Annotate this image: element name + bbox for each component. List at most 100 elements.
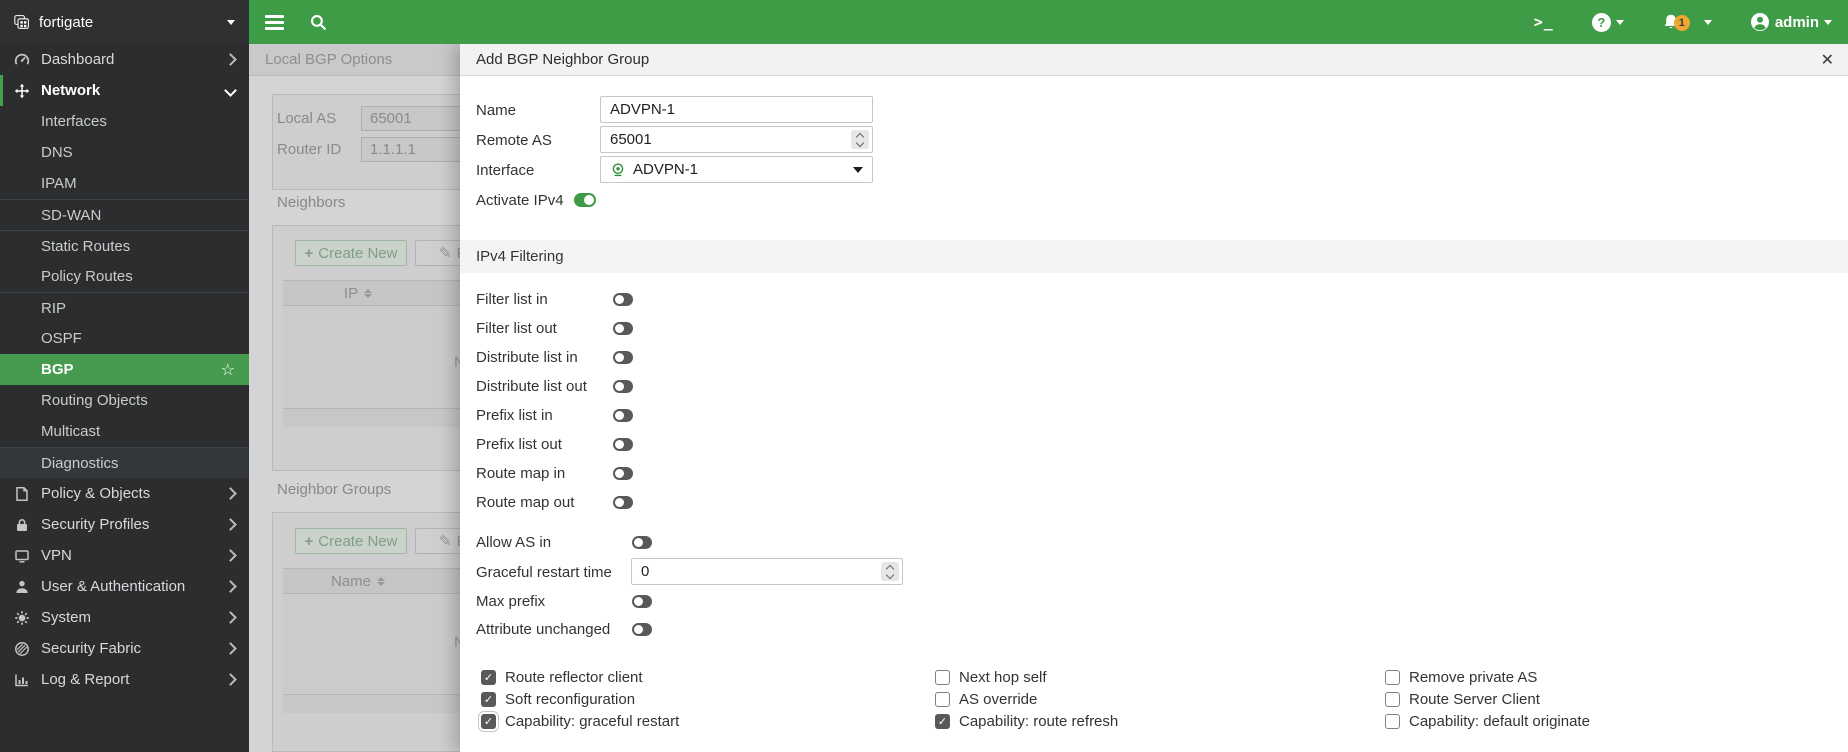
next-hop-self-option[interactable]: Next hop self: [935, 668, 1118, 686]
star-icon[interactable]: ☆: [221, 360, 235, 379]
sidebar-item-bgp[interactable]: BGP ☆: [0, 354, 249, 385]
capability-default-originate-checkbox[interactable]: [1385, 714, 1400, 729]
search-icon[interactable]: [310, 14, 327, 31]
chevron-right-icon: [224, 580, 237, 593]
sidebar-item-dns[interactable]: DNS: [0, 137, 249, 168]
capability-route-refresh-checkbox[interactable]: [935, 714, 950, 729]
sidebar-item-user-authentication[interactable]: User & Authentication: [0, 571, 249, 602]
max-prefix-row: Max prefix: [476, 587, 652, 615]
distribute-list-out-row: Distribute list out: [476, 372, 633, 400]
sidebar-item-static-routes[interactable]: Static Routes: [0, 230, 249, 261]
interface-row: Interface: [476, 156, 600, 184]
add-bgp-neighbor-group-dialog: Add BGP Neighbor Group ✕ Name ADVPN-1 Re…: [460, 44, 1848, 752]
graceful-restart-time-input[interactable]: 0: [631, 558, 903, 585]
as-override-checkbox[interactable]: [935, 692, 950, 707]
sidebar-item-routing-objects[interactable]: Routing Objects: [0, 385, 249, 416]
interface-select[interactable]: ADVPN-1: [600, 156, 873, 183]
name-row: Name: [476, 96, 600, 124]
sidebar-item-interfaces[interactable]: Interfaces: [0, 106, 249, 137]
sidebar-item-policy-objects[interactable]: Policy & Objects: [0, 478, 249, 509]
remove-private-as-checkbox[interactable]: [1385, 670, 1400, 685]
hamburger-menu-icon[interactable]: [265, 15, 284, 30]
pencil-icon: ✎: [439, 244, 452, 262]
sidebar-item-policy-routes[interactable]: Policy Routes: [0, 261, 249, 292]
cli-console-icon[interactable]: >_: [1534, 13, 1554, 31]
capability-route-refresh-option[interactable]: Capability: route refresh: [935, 712, 1118, 730]
neighbor-groups-create-new-button: +Create New: [295, 528, 407, 554]
attribute-unchanged-toggle[interactable]: [632, 623, 652, 636]
help-menu[interactable]: ?: [1592, 13, 1624, 32]
gauge-icon: [14, 52, 30, 68]
allow-as-in-toggle[interactable]: [632, 536, 652, 549]
graceful-restart-time-row: Graceful restart time: [476, 558, 632, 586]
sidebar-item-rip[interactable]: RIP: [0, 292, 249, 323]
page-title: Local BGP Options: [265, 51, 392, 68]
allow-as-in-label: Allow AS in: [476, 534, 632, 551]
remove-private-as-option[interactable]: Remove private AS: [1385, 668, 1590, 686]
chevron-right-icon: [224, 53, 237, 66]
filter-list-in-row: Filter list in: [476, 285, 633, 313]
route-map-in-toggle[interactable]: [613, 467, 633, 480]
neighbor-groups-section-title: Neighbor Groups: [277, 481, 391, 498]
next-hop-self-checkbox[interactable]: [935, 670, 950, 685]
brand-area[interactable]: fortigate: [0, 0, 249, 44]
prefix-list-out-row: Prefix list out: [476, 430, 633, 458]
admin-menu[interactable]: admin: [1750, 12, 1832, 32]
distribute-list-out-toggle[interactable]: [613, 380, 633, 393]
bar-chart-icon: [14, 672, 30, 688]
number-stepper[interactable]: [881, 562, 899, 581]
sidebar-item-security-fabric[interactable]: Security Fabric: [0, 633, 249, 664]
monitor-icon: [14, 548, 30, 564]
neighbors-create-new-button: +Create New: [295, 240, 407, 266]
chevron-right-icon: [224, 518, 237, 531]
soft-reconfiguration-option[interactable]: Soft reconfiguration: [481, 690, 679, 708]
lock-icon: [14, 517, 30, 533]
sidebar-item-sd-wan[interactable]: SD-WAN: [0, 199, 249, 230]
filter-list-out-toggle[interactable]: [613, 322, 633, 335]
sidebar-item-diagnostics[interactable]: Diagnostics: [0, 447, 249, 478]
route-server-client-option[interactable]: Route Server Client: [1385, 690, 1590, 708]
sidebar-item-log-report[interactable]: Log & Report: [0, 664, 249, 695]
sidebar-item-dashboard[interactable]: Dashboard: [0, 44, 249, 75]
route-server-client-checkbox[interactable]: [1385, 692, 1400, 707]
tunnel-interface-icon: [610, 162, 626, 178]
close-icon[interactable]: ✕: [1821, 52, 1834, 68]
route-reflector-client-option[interactable]: Route reflector client: [481, 668, 679, 686]
max-prefix-toggle[interactable]: [632, 595, 652, 608]
sidebar-item-ospf[interactable]: OSPF: [0, 323, 249, 354]
sidebar-item-multicast[interactable]: Multicast: [0, 416, 249, 447]
sidebar-item-vpn[interactable]: VPN: [0, 540, 249, 571]
number-stepper[interactable]: [851, 130, 869, 149]
sidebar-item-network[interactable]: Network: [0, 75, 249, 106]
sidebar-item-security-profiles[interactable]: Security Profiles: [0, 509, 249, 540]
chevron-right-icon: [224, 487, 237, 500]
filter-list-in-toggle[interactable]: [613, 293, 633, 306]
ipv4-filtering-section-header: IPv4 Filtering: [460, 240, 1848, 273]
dialog-header: Add BGP Neighbor Group ✕: [460, 44, 1848, 76]
admin-username: admin: [1775, 14, 1819, 31]
distribute-list-in-toggle[interactable]: [613, 351, 633, 364]
checkbox-column-3: Remove private AS Route Server Client Ca…: [1385, 668, 1590, 730]
chevron-right-icon: [224, 549, 237, 562]
prefix-list-out-toggle[interactable]: [613, 438, 633, 451]
soft-reconfiguration-checkbox[interactable]: [481, 692, 496, 707]
route-reflector-client-checkbox[interactable]: [481, 670, 496, 685]
chevron-down-icon: [224, 84, 237, 97]
sort-icon: [364, 289, 372, 298]
route-map-out-toggle[interactable]: [613, 496, 633, 509]
route-map-in-row: Route map in: [476, 459, 633, 487]
capability-graceful-restart-option[interactable]: Capability: graceful restart: [481, 712, 679, 730]
chevron-right-icon: [224, 642, 237, 655]
sidebar-item-ipam[interactable]: IPAM: [0, 168, 249, 199]
notification-menu[interactable]: 1: [1662, 13, 1712, 31]
capability-default-originate-option[interactable]: Capability: default originate: [1385, 712, 1590, 730]
remote-as-input[interactable]: 65001: [600, 126, 873, 153]
brand-name: fortigate: [39, 14, 93, 31]
name-input[interactable]: ADVPN-1: [600, 96, 873, 123]
sidebar-item-system[interactable]: System: [0, 602, 249, 633]
as-override-option[interactable]: AS override: [935, 690, 1118, 708]
top-bar: fortigate >_ ? 1: [0, 0, 1848, 44]
activate-ipv4-toggle[interactable]: [574, 193, 596, 207]
prefix-list-in-toggle[interactable]: [613, 409, 633, 422]
capability-graceful-restart-checkbox[interactable]: [481, 714, 496, 729]
